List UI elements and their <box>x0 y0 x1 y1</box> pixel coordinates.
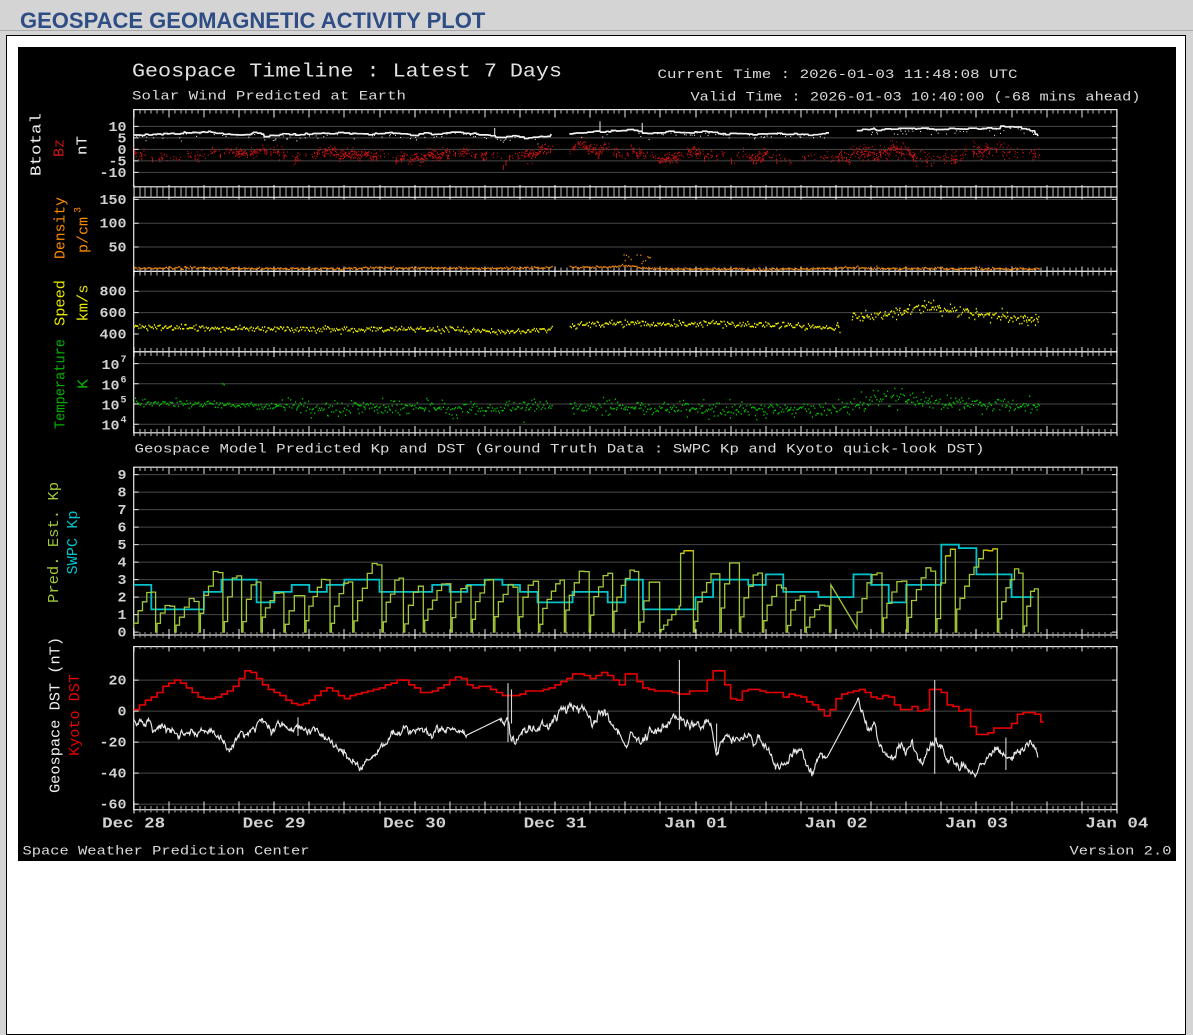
svg-text:Bz: Bz <box>52 139 69 157</box>
svg-text:0: 0 <box>118 705 127 721</box>
svg-text:Valid Time : 2026-01-03 10:40:: Valid Time : 2026-01-03 10:40:00 (-68 mi… <box>691 90 1141 105</box>
svg-text:600: 600 <box>100 306 127 322</box>
svg-text:Geospace Model Predicted Kp an: Geospace Model Predicted Kp and DST (Gro… <box>135 442 985 457</box>
svg-text:-60: -60 <box>100 798 127 814</box>
svg-text:Jan 03: Jan 03 <box>945 816 1008 833</box>
svg-text:K: K <box>76 379 93 389</box>
svg-text:400: 400 <box>100 328 127 344</box>
svg-text:Dec 31: Dec 31 <box>524 816 587 833</box>
svg-text:3: 3 <box>118 573 127 589</box>
svg-text:3: 3 <box>74 207 85 213</box>
svg-text:10: 10 <box>102 419 120 435</box>
svg-text:800: 800 <box>100 285 127 301</box>
svg-text:1: 1 <box>118 608 127 624</box>
svg-text:Dec 29: Dec 29 <box>243 816 306 833</box>
svg-text:150: 150 <box>100 193 127 209</box>
svg-text:-40: -40 <box>100 767 127 783</box>
svg-text:50: 50 <box>109 241 127 257</box>
svg-text:10: 10 <box>102 358 120 374</box>
svg-text:Geospace Timeline : Latest 7 D: Geospace Timeline : Latest 7 Days <box>132 61 562 83</box>
svg-text:Temperature: Temperature <box>53 339 70 429</box>
svg-text:km/s: km/s <box>76 285 93 322</box>
svg-text:Version 2.0: Version 2.0 <box>1070 844 1172 859</box>
svg-text:Solar Wind Predicted at Earth: Solar Wind Predicted at Earth <box>132 89 406 104</box>
svg-text:2: 2 <box>118 591 127 607</box>
svg-text:Btotal: Btotal <box>29 113 46 176</box>
svg-text:10: 10 <box>102 378 120 394</box>
svg-text:p/cm: p/cm <box>76 217 93 253</box>
svg-text:6: 6 <box>118 521 127 537</box>
svg-text:7: 7 <box>121 355 127 366</box>
svg-text:SWPC Kp: SWPC Kp <box>65 511 82 575</box>
svg-text:5: 5 <box>118 538 127 554</box>
svg-text:9: 9 <box>118 468 127 484</box>
svg-text:10: 10 <box>102 399 120 415</box>
svg-text:Dec 28: Dec 28 <box>102 816 165 833</box>
svg-text:Dec 30: Dec 30 <box>383 816 446 833</box>
svg-text:5: 5 <box>121 396 127 407</box>
svg-text:Density: Density <box>53 197 70 259</box>
svg-text:Jan 02: Jan 02 <box>805 816 868 833</box>
svg-text:Kyoto DST: Kyoto DST <box>67 674 84 756</box>
svg-text:6: 6 <box>121 375 127 386</box>
svg-text:-20: -20 <box>100 736 127 752</box>
svg-text:100: 100 <box>100 217 127 233</box>
svg-text:Space Weather Prediction Cente: Space Weather Prediction Center <box>23 844 310 859</box>
svg-text:4: 4 <box>121 416 127 427</box>
svg-text:0: 0 <box>118 626 127 642</box>
svg-text:nT: nT <box>75 136 92 155</box>
svg-text:Speed: Speed <box>53 280 70 326</box>
svg-text:Geospace DST (nT): Geospace DST (nT) <box>48 637 65 793</box>
svg-text:7: 7 <box>118 503 127 519</box>
svg-text:Jan 04: Jan 04 <box>1085 816 1148 833</box>
svg-text:-10: -10 <box>100 166 127 182</box>
svg-text:Jan 01: Jan 01 <box>664 816 727 833</box>
svg-text:Pred. Est. Kp: Pred. Est. Kp <box>46 482 63 603</box>
svg-text:Current Time : 2026-01-03 11:4: Current Time : 2026-01-03 11:48:08 UTC <box>658 67 1018 82</box>
svg-text:8: 8 <box>118 486 127 502</box>
svg-text:20: 20 <box>109 674 127 690</box>
svg-text:4: 4 <box>118 556 127 572</box>
